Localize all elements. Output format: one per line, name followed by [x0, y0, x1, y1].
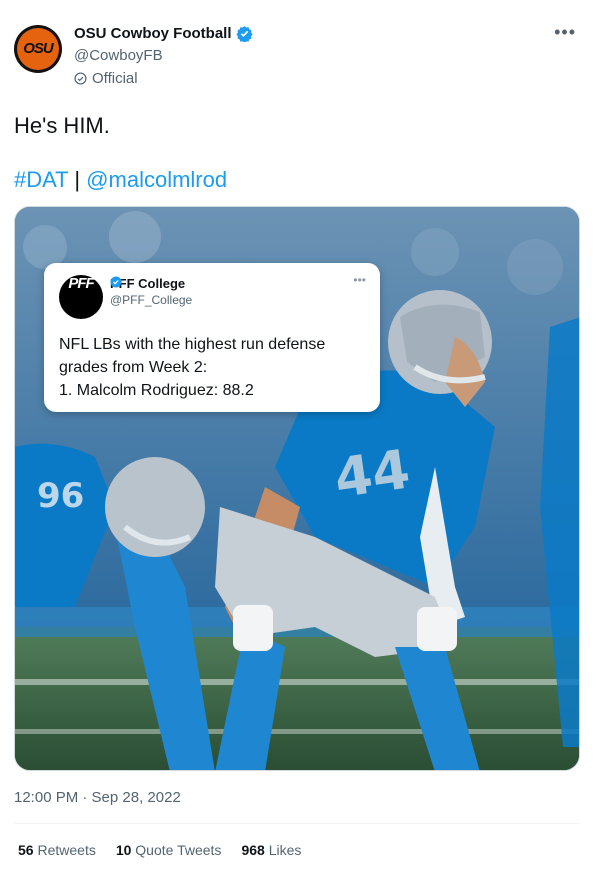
likes-stat[interactable]: 968 Likes — [241, 842, 301, 858]
quote-tweets-stat[interactable]: 10 Quote Tweets — [116, 842, 222, 858]
separator: | — [68, 167, 87, 192]
author-handle[interactable]: @CowboyFB — [74, 47, 163, 64]
retweets-stat[interactable]: 56 Retweets — [18, 842, 96, 858]
official-label: Official — [74, 70, 138, 87]
embedded-line-3: 1. Malcolm Rodriguez: 88.2 — [59, 382, 254, 399]
embedded-verified-icon — [110, 276, 122, 288]
engagement-stats: 56 Retweets 10 Quote Tweets 968 Likes — [18, 842, 301, 858]
tweet-media-photo[interactable]: 96 44 PFF PFF College @PFF_College ••• N… — [14, 206, 580, 771]
author-avatar[interactable]: OSU — [14, 25, 62, 73]
pff-avatar: PFF — [59, 275, 103, 319]
author-display-name[interactable]: OSU Cowboy Football — [74, 25, 232, 42]
verified-badge-icon — [235, 26, 253, 42]
embedded-line-2: grades from Week 2: — [59, 359, 208, 376]
divider — [14, 823, 580, 824]
official-check-icon — [74, 72, 87, 85]
embedded-tweet-text: NFL LBs with the highest run defense gra… — [59, 333, 369, 402]
other-jersey-number: 96 — [37, 476, 84, 516]
osu-logo: OSU — [23, 40, 54, 57]
mention-link[interactable]: @malcolmlrod — [86, 167, 227, 192]
tweet-text: He's HIM. — [14, 113, 110, 138]
hashtag-link[interactable]: #DAT — [14, 167, 68, 192]
tweet-timestamp[interactable]: 12:00 PM · Sep 28, 2022 — [14, 789, 181, 806]
embedded-tweet-card: PFF PFF College @PFF_College ••• NFL LBs… — [44, 263, 380, 412]
tweet-header: OSU OSU Cowboy Football @CowboyFB Offici… — [14, 22, 584, 92]
embedded-handle: @PFF_College — [110, 293, 193, 307]
official-text: Official — [92, 70, 138, 87]
more-options-icon[interactable]: ••• — [554, 22, 576, 43]
embedded-line-1: NFL LBs with the highest run defense — [59, 336, 326, 353]
embedded-more-icon: ••• — [353, 273, 366, 287]
jersey-number: 44 — [331, 437, 414, 510]
tweet-links: #DAT | @malcolmlrod — [14, 166, 227, 194]
